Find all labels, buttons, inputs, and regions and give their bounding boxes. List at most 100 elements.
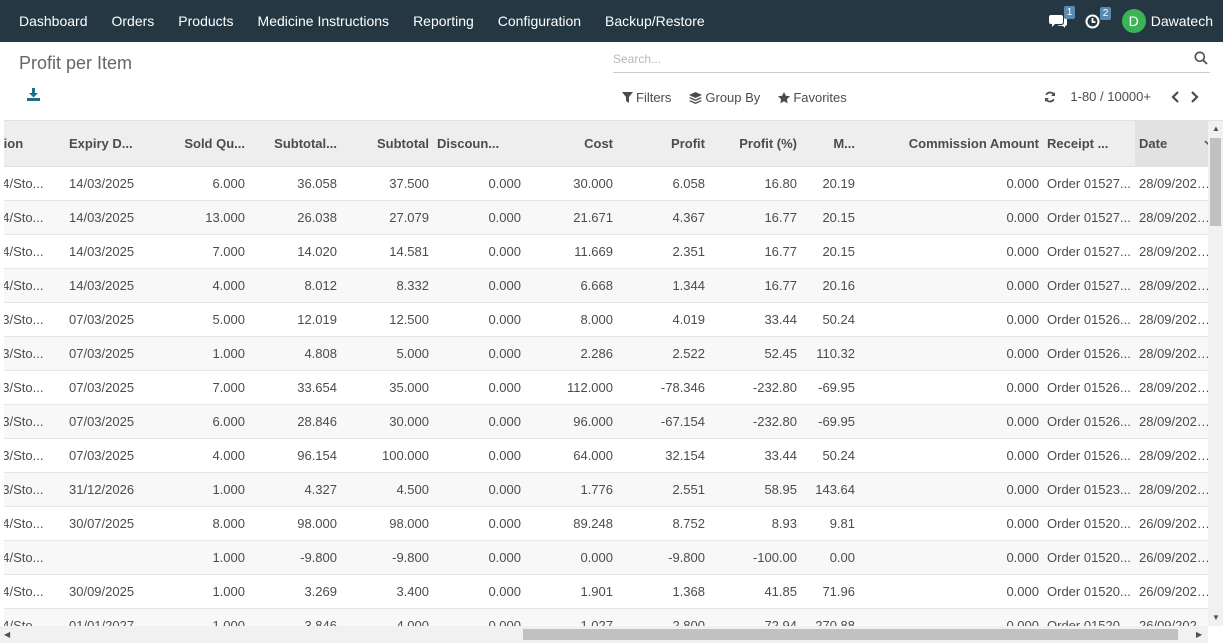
table-cell: 4.019 <box>617 301 709 336</box>
filters-label: Filters <box>636 90 672 105</box>
table-cell: 89.248 <box>525 505 617 540</box>
table-cell: 27.079 <box>341 199 433 234</box>
table-cell: Dawa4/Sto... <box>4 607 65 626</box>
table-row[interactable]: Dawa4/Sto...14/03/20256.00036.05837.5000… <box>4 165 1208 200</box>
table-cell: 33.44 <box>709 437 801 472</box>
user-menu[interactable]: D Dawatech <box>1121 9 1213 33</box>
table-cell: 28.846 <box>249 403 341 438</box>
column-header[interactable]: Cost <box>525 121 617 167</box>
table-cell: Order 01526... <box>1043 301 1135 336</box>
pager-previous-button[interactable] <box>1171 90 1180 103</box>
table-row[interactable]: Dawa4/Sto...14/03/20254.0008.0128.3320.0… <box>4 267 1208 302</box>
vertical-scroll-thumb[interactable] <box>1210 138 1221 226</box>
table-row[interactable]: Dawa4/Sto...1.000-9.800-9.8000.0000.000-… <box>4 539 1208 574</box>
table-cell: 16.77 <box>709 267 801 302</box>
table-cell: 110.32 <box>801 335 859 370</box>
table-cell: 11.669 <box>525 233 617 268</box>
menu-medicine-instructions[interactable]: Medicine Instructions <box>246 0 402 42</box>
horizontal-scrollbar[interactable]: ◀ ▶ <box>0 626 1208 643</box>
menu-reporting[interactable]: Reporting <box>401 0 486 42</box>
table-cell: 0.000 <box>433 335 525 370</box>
scroll-right-icon[interactable]: ▶ <box>1196 631 1202 639</box>
column-header[interactable]: Discoun... <box>433 121 525 167</box>
column-header[interactable]: Profit <box>617 121 709 167</box>
table-cell: 0.000 <box>859 199 1043 234</box>
table-cell: 33.654 <box>249 369 341 404</box>
group-by-button[interactable]: Group By <box>689 90 760 105</box>
column-header-date-sorted[interactable]: Date <box>1135 121 1208 167</box>
table-cell: 0.000 <box>433 607 525 626</box>
scroll-up-icon[interactable]: ▲ <box>1212 125 1220 133</box>
table-row[interactable]: Dawa4/Sto...30/09/20251.0003.2693.4000.0… <box>4 573 1208 608</box>
column-header[interactable]: Expiry D... <box>65 121 149 167</box>
activities-button[interactable]: 2 <box>1085 6 1112 29</box>
horizontal-scroll-thumb[interactable] <box>523 629 1178 640</box>
table-row[interactable]: Dawa3/Sto...07/03/20255.00012.01912.5000… <box>4 301 1208 336</box>
table-cell: 0.000 <box>433 267 525 302</box>
column-header[interactable]: M... <box>801 121 859 167</box>
chevron-left-icon <box>1171 90 1179 103</box>
list-left-gutter <box>0 42 4 626</box>
table-cell: 28/09/2024 ... <box>1135 199 1208 234</box>
scroll-left-icon[interactable]: ◀ <box>4 631 10 639</box>
table-cell: 07/03/2025 <box>65 437 149 472</box>
menu-dashboard[interactable]: Dashboard <box>7 0 100 42</box>
menu-orders[interactable]: Orders <box>100 0 167 42</box>
control-panel: Profit per Item Filters Group By <box>0 42 1223 121</box>
table-cell: -69.95 <box>801 403 859 438</box>
refresh-icon[interactable] <box>1044 91 1056 103</box>
table-cell: 4.808 <box>249 335 341 370</box>
table-row[interactable]: Dawa3/Sto...07/03/20251.0004.8085.0000.0… <box>4 335 1208 370</box>
table-cell: 0.000 <box>525 539 617 574</box>
table-cell: 26/09/2024 ... <box>1135 539 1208 574</box>
table-cell: Dawa3/Sto... <box>4 471 65 506</box>
table-cell: 52.45 <box>709 335 801 370</box>
search-input[interactable] <box>613 52 1173 66</box>
table-cell: 1.000 <box>149 573 249 608</box>
menu-configuration[interactable]: Configuration <box>486 0 593 42</box>
table-cell: 28/09/2024 ... <box>1135 335 1208 370</box>
layers-icon <box>689 91 703 104</box>
pager-next-button[interactable] <box>1190 90 1199 103</box>
table-cell: 96.000 <box>525 403 617 438</box>
table-cell: Order 01520... <box>1043 573 1135 608</box>
table-cell: 07/03/2025 <box>65 369 149 404</box>
pager-value[interactable]: 1-80 / 10000+ <box>1070 89 1151 104</box>
table-cell: 30.000 <box>341 403 433 438</box>
download-button[interactable] <box>27 88 40 104</box>
user-name: Dawatech <box>1150 13 1213 29</box>
scroll-down-icon[interactable]: ▼ <box>1212 614 1220 622</box>
column-header[interactable]: Subtotal... <box>249 121 341 167</box>
column-header[interactable]: Location <box>4 121 65 167</box>
table-row[interactable]: Dawa4/Sto...30/07/20258.00098.00098.0000… <box>4 505 1208 540</box>
search-icon[interactable] <box>1194 51 1208 65</box>
vertical-scrollbar[interactable]: ▲ ▼ <box>1208 121 1223 626</box>
column-header[interactable]: Sold Qu... <box>149 121 249 167</box>
group-by-label: Group By <box>705 90 761 105</box>
table-cell: 0.000 <box>859 301 1043 336</box>
column-header[interactable]: Profit (%) <box>709 121 801 167</box>
favorites-button[interactable]: Favorites <box>778 90 847 105</box>
table-row[interactable]: Dawa3/Sto...07/03/20254.00096.154100.000… <box>4 437 1208 472</box>
table-row[interactable]: Dawa3/Sto...07/03/20256.00028.84630.0000… <box>4 403 1208 438</box>
table-row[interactable]: Dawa4/Sto...01/01/20271.0003.8464.0000.0… <box>4 607 1208 626</box>
table-row[interactable]: Dawa3/Sto...31/12/20261.0004.3274.5000.0… <box>4 471 1208 506</box>
table-cell: 30/07/2025 <box>65 505 149 540</box>
table-cell: 07/03/2025 <box>65 335 149 370</box>
menu-backup-restore[interactable]: Backup/Restore <box>593 0 717 42</box>
messages-counter: 1 <box>1063 6 1076 19</box>
messages-button[interactable]: 1 <box>1048 6 1076 29</box>
table-cell: Order 01527... <box>1043 165 1135 200</box>
table-row[interactable]: Dawa3/Sto...07/03/20257.00033.65435.0000… <box>4 369 1208 404</box>
table-cell: 33.44 <box>709 301 801 336</box>
table-row[interactable]: Dawa4/Sto...14/03/202513.00026.03827.079… <box>4 199 1208 234</box>
filters-button[interactable]: Filters <box>622 90 671 105</box>
table-cell: -9.800 <box>249 539 341 574</box>
table-cell: 20.15 <box>801 233 859 268</box>
menu-products[interactable]: Products <box>166 0 245 42</box>
table-cell: Dawa3/Sto... <box>4 437 65 472</box>
column-header[interactable]: Subtotal <box>341 121 433 167</box>
column-header[interactable]: Commission Amount <box>859 121 1043 167</box>
column-header[interactable]: Receipt ... <box>1043 121 1135 167</box>
table-row[interactable]: Dawa4/Sto...14/03/20257.00014.02014.5810… <box>4 233 1208 268</box>
